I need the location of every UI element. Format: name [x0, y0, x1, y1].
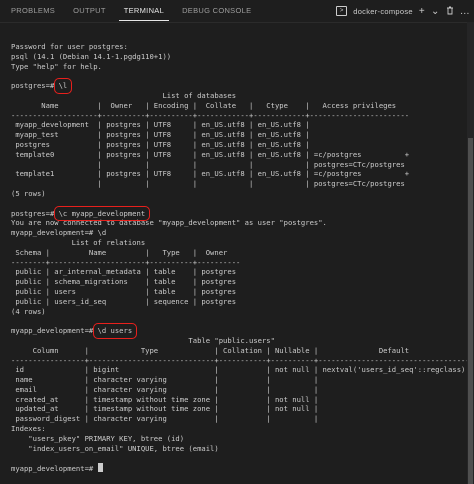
terminal-line: id | bigint | | not null | nextval('user… — [11, 365, 466, 375]
terminal-line: name | character varying | | | — [11, 375, 319, 385]
terminal-line: myapp_development=# \d users — [11, 323, 469, 339]
terminal-output[interactable]: Password for user postgres: psql (14.1 (D… — [11, 42, 470, 473]
terminal-line: Column | Type | Collation | Nullable | D… — [11, 345, 410, 355]
terminal-line: Indexes: — [11, 424, 46, 434]
tab-terminal[interactable]: TERMINAL — [113, 0, 171, 22]
terminal-icon: > — [336, 6, 348, 16]
terminal-line: "index_users_on_email" UNIQUE, btree (em… — [11, 443, 219, 453]
terminal-line: -----------------+----------------------… — [11, 355, 470, 365]
chevron-down-icon[interactable]: ⌄ — [431, 6, 440, 17]
shell-prompt: postgres=# — [11, 81, 59, 91]
shell-prompt: myapp_development=# — [11, 464, 98, 474]
terminal-line: List of databases — [11, 90, 237, 100]
more-icon[interactable]: … — [460, 6, 470, 17]
terminal-line: Password for user postgres: — [11, 42, 128, 51]
terminal-line: myapp_development=# \d — [11, 228, 107, 238]
highlighted-command: \c myapp_development — [53, 205, 150, 222]
terminal-line: (4 rows) — [11, 306, 46, 316]
panel-tab-bar: PROBLEMS OUTPUT TERMINAL DEBUG CONSOLE >… — [0, 0, 474, 23]
terminal-scrollbar[interactable] — [467, 22, 474, 484]
terminal-line: Table "public.users" — [11, 335, 275, 345]
terminal-line: public | users | table | postgres — [11, 286, 237, 296]
terminal-line: myapp_development=# — [11, 463, 469, 473]
terminal-cursor — [97, 463, 103, 473]
terminal-line: public | schema_migrations | table | pos… — [11, 277, 237, 287]
shell-prompt: myapp_development=# — [11, 326, 98, 336]
terminal-line: public | ar_internal_metadata | table | … — [11, 267, 237, 277]
tab-output[interactable]: OUTPUT — [62, 0, 113, 22]
terminal-line: template1 | postgres | UTF8 | en_US.utf8… — [11, 169, 410, 179]
new-terminal-icon[interactable]: + — [419, 6, 425, 17]
terminal-line: | | | | | postgres=CTc/postgres — [11, 159, 405, 169]
tab-problems[interactable]: PROBLEMS — [0, 0, 62, 22]
terminal-line: template0 | postgres | UTF8 | en_US.utf8… — [11, 149, 410, 159]
terminal-actions: > docker-compose + ⌄ … — [336, 0, 470, 22]
terminal-line: email | character varying | | | — [11, 384, 319, 394]
terminal-line: "users_pkey" PRIMARY KEY, btree (id) — [11, 433, 185, 443]
terminal-line: myapp_development | postgres | UTF8 | en… — [11, 120, 310, 130]
terminal-selector[interactable]: docker-compose — [353, 7, 413, 16]
terminal-line: updated_at | timestamp without time zone… — [11, 404, 319, 414]
terminal-line: Schema | Name | Type | Owner — [11, 247, 228, 257]
terminal-line: List of relations — [11, 237, 146, 247]
terminal-line: | | | | | postgres=CTc/postgres — [11, 179, 405, 189]
scrollbar-thumb[interactable] — [468, 138, 473, 484]
terminal-line: password_digest | character varying | | … — [11, 414, 319, 424]
terminal-line: postgres=# \l — [11, 78, 469, 94]
terminal-line: postgres | postgres | UTF8 | en_US.utf8 … — [11, 139, 310, 149]
terminal-line: postgres=# \c myapp_development — [11, 205, 469, 222]
terminal-line: Name | Owner | Encoding | Collate | Ctyp… — [11, 100, 397, 110]
terminal-line: myapp_test | postgres | UTF8 | en_US.utf… — [11, 130, 310, 140]
tab-debug-console[interactable]: DEBUG CONSOLE — [171, 0, 258, 22]
terminal-line: (5 rows) — [11, 188, 46, 198]
terminal-line: psql (14.1 (Debian 14.1-1.pgdg110+1)) — [11, 51, 172, 61]
terminal-line: --------------------+----------+--------… — [11, 110, 410, 120]
terminal-line: --------+----------------------+--------… — [11, 257, 241, 267]
trash-icon[interactable] — [446, 6, 454, 17]
terminal-line: public | users_id_seq | sequence | postg… — [11, 296, 237, 306]
highlighted-command: \d users — [92, 323, 137, 339]
terminal-line: created_at | timestamp without time zone… — [11, 394, 319, 404]
shell-prompt: postgres=# — [11, 208, 59, 218]
terminal-line: Type "help" for help. — [11, 61, 102, 71]
highlighted-command: \l — [53, 78, 72, 94]
